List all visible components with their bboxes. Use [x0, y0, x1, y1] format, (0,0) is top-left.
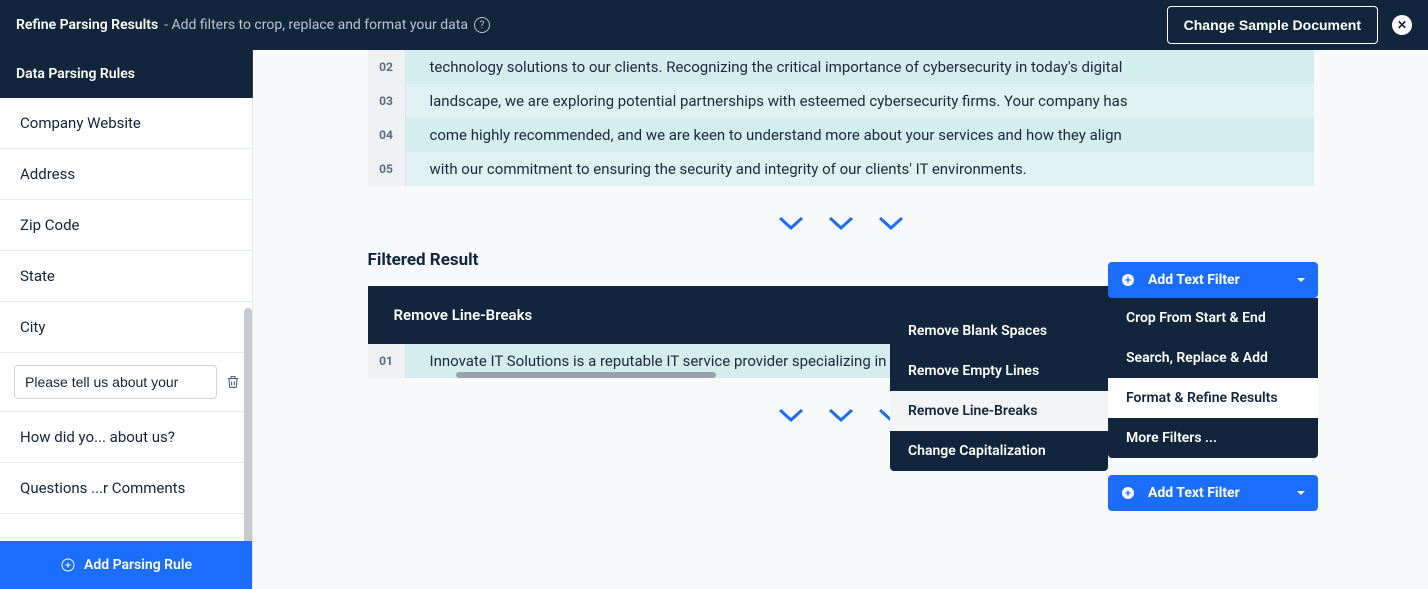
page-subtitle: - Add filters to crop, replace and forma…: [164, 17, 468, 33]
topbar-right: Change Sample Document ✕: [1167, 6, 1412, 44]
sidebar-item[interactable]: Questions ...r Comments: [0, 463, 252, 514]
line-number: 01: [368, 344, 406, 378]
help-icon[interactable]: ?: [474, 17, 490, 33]
sidebar-item[interactable]: Company Website: [0, 98, 252, 149]
plus-circle-icon: [1120, 272, 1136, 288]
sidebar-item[interactable]: City: [0, 302, 252, 353]
submenu-item[interactable]: Remove Line-Breaks: [890, 391, 1108, 431]
chevron-down-icon: [827, 214, 855, 232]
sidebar-item[interactable]: Zip Code: [0, 200, 252, 251]
add-text-filter-button[interactable]: Add Text Filter: [1108, 475, 1318, 511]
add-text-filter-button[interactable]: Add Text Filter: [1108, 262, 1318, 298]
page-title: Refine Parsing Results: [16, 17, 158, 33]
line-row: 05with our commitment to ensuring the se…: [368, 152, 1314, 186]
line-number: 05: [368, 152, 406, 186]
dropdown-item[interactable]: Crop From Start & End: [1108, 298, 1318, 338]
add-parsing-rule-label: Add Parsing Rule: [84, 557, 192, 573]
line-number: 02: [368, 50, 406, 84]
delete-icon[interactable]: [225, 372, 241, 392]
sidebar-list: Company WebsiteAddressZip CodeStateCity …: [0, 98, 252, 541]
topbar: Refine Parsing Results - Add filters to …: [0, 0, 1428, 50]
line-text: landscape, we are exploring potential pa…: [406, 84, 1314, 118]
caret-down-icon: [1296, 488, 1306, 498]
horizontal-scrollbar[interactable]: [456, 372, 716, 378]
change-sample-document-button[interactable]: Change Sample Document: [1167, 6, 1378, 44]
main-content: 02technology solutions to our clients. R…: [253, 50, 1428, 589]
line-text: technology solutions to our clients. Rec…: [406, 50, 1314, 84]
dropdown-item[interactable]: Search, Replace & Add: [1108, 338, 1318, 378]
add-text-filter-label: Add Text Filter: [1148, 272, 1240, 288]
flow-chevrons: [253, 214, 1428, 232]
line-text: come highly recommended, and we are keen…: [406, 118, 1314, 152]
sidebar-item[interactable]: How did yo... about us?: [0, 412, 252, 463]
sidebar-scrollbar[interactable]: [244, 308, 252, 541]
line-row: 03landscape, we are exploring potential …: [368, 84, 1314, 118]
close-icon[interactable]: ✕: [1392, 15, 1412, 35]
sidebar-item[interactable]: Address: [0, 149, 252, 200]
line-number: 03: [368, 84, 406, 118]
dropdown-item[interactable]: More Filters ...: [1108, 418, 1318, 458]
submenu-item[interactable]: Remove Empty Lines: [890, 351, 1108, 391]
line-row: 02technology solutions to our clients. R…: [368, 50, 1314, 84]
line-number: 04: [368, 118, 406, 152]
sidebar-item-selected: [0, 353, 252, 412]
add-text-filter-label: Add Text Filter: [1148, 485, 1240, 501]
caret-down-icon: [1296, 275, 1306, 285]
dropdown-item[interactable]: Format & Refine Results: [1108, 378, 1318, 418]
line-text: with our commitment to ensuring the secu…: [406, 152, 1314, 186]
chevron-down-icon: [777, 406, 805, 424]
sidebar-header: Data Parsing Rules: [0, 50, 252, 98]
sidebar-item[interactable]: State: [0, 251, 252, 302]
submenu-item[interactable]: Remove Blank Spaces: [890, 311, 1108, 351]
sidebar: Data Parsing Rules Company WebsiteAddres…: [0, 50, 253, 589]
topbar-left: Refine Parsing Results - Add filters to …: [16, 17, 490, 33]
submenu-item[interactable]: Change Capitalization: [890, 431, 1108, 471]
sidebar-header-label: Data Parsing Rules: [16, 66, 135, 82]
plus-circle-icon: [60, 557, 76, 573]
rule-name-input[interactable]: [14, 365, 217, 399]
chevron-down-icon: [877, 214, 905, 232]
line-row: 04come highly recommended, and we are ke…: [368, 118, 1314, 152]
chevron-down-icon: [777, 214, 805, 232]
format-refine-submenu: Remove Blank SpacesRemove Empty LinesRem…: [890, 311, 1108, 471]
chevron-down-icon: [827, 406, 855, 424]
source-text-block: 02technology solutions to our clients. R…: [368, 50, 1314, 186]
add-parsing-rule-button[interactable]: Add Parsing Rule: [0, 541, 252, 589]
add-filter-dropdown: Crop From Start & EndSearch, Replace & A…: [1108, 298, 1318, 458]
plus-circle-icon: [1120, 485, 1136, 501]
